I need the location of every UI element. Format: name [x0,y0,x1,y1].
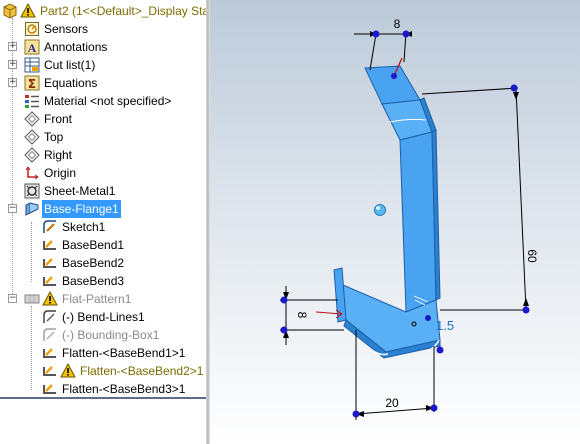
tree-item-label: Flatten-<BaseBend3>1 [62,382,186,396]
dimension-handle-icon[interactable] [280,326,288,334]
tree-item-label: (-) Bend-Lines1 [62,310,145,324]
collapse-toggle-icon[interactable]: − [8,204,17,213]
bend-icon [43,384,56,394]
graphics-area[interactable]: 8 60 8 20 1.5 [210,0,580,444]
material-icon [25,95,39,108]
tree-item-label: BaseBend2 [62,256,125,270]
dimension-handle-icon[interactable] [402,30,410,38]
dimension-handle-icon[interactable] [522,306,530,314]
tree-item-label: Flatten-<BaseBend2>1 [80,364,204,378]
origin-icon [25,166,39,180]
bounding-box-sketch-icon [43,328,56,341]
dimension-handle-icon[interactable] [280,296,288,304]
plane-icon [24,111,40,127]
equations-icon: Σ [24,75,40,91]
svg-text:A: A [28,41,37,55]
expand-toggle-icon[interactable]: + [8,42,17,51]
bend-icon [43,240,56,250]
tree-item-label: Sketch1 [62,220,106,234]
dimension-text: 1.5 [436,318,454,333]
dimension-text: 8 [295,312,309,319]
bend-icon [43,258,56,268]
tree-bottom-divider [0,397,206,399]
dimension-left-height[interactable]: 8 [280,286,344,345]
tree-guide-line [31,306,32,390]
warning-icon [60,363,76,378]
dimension-handle-icon[interactable] [510,84,518,92]
tree-item-label: Flatten-<BaseBend1>1 [62,346,186,360]
bend-icon [43,348,56,358]
root-label: Part2 (1<<Default>_Display Sta [40,4,206,18]
tree-item-label: (-) Bounding-Box1 [62,328,160,342]
bend-icon [43,366,56,376]
center-sphere-icon [374,204,386,216]
svg-text:Σ: Σ [28,77,36,91]
tree-item-label: Right [44,148,73,162]
sheet-metal-icon [24,183,40,199]
cut-list-icon [24,57,40,73]
flat-pattern-icon [24,294,40,304]
model-viewport: 8 60 8 20 1.5 [280,17,539,420]
dimension-text: 20 [385,396,399,410]
tree-item-label: Top [44,130,64,144]
expand-toggle-icon[interactable]: + [8,60,17,69]
tree-item-label: Sheet-Metal1 [44,184,116,198]
tree-item-label: Base-Flange1 [42,200,121,218]
annotations-icon: A [24,39,40,55]
sketch-icon [43,220,56,233]
plane-icon [24,129,40,145]
dimension-handle-icon[interactable] [352,410,360,418]
dimension-handle-icon[interactable] [430,404,438,412]
part-icon [3,3,17,19]
base-flange-icon [25,202,39,216]
dimension-handle-icon[interactable] [372,30,380,38]
bend-icon [43,276,56,286]
tree-item-label: Flat-Pattern1 [62,292,132,306]
tree-item-label: Equations [44,76,98,90]
tree-item-label: Material <not specified> [44,94,172,108]
dimension-handle-icon[interactable] [436,346,444,354]
tree-item-label: Annotations [44,40,108,54]
sheet-metal-part[interactable] [333,65,441,359]
tree-guide-line [31,222,32,282]
feature-manager-tree: Part2 (1<<Default>_Display Sta Sensors +… [0,0,206,444]
bend-lines-sketch-icon [43,310,56,323]
tree-item-label: Cut list(1) [44,58,96,72]
tree-item-label: BaseBend1 [62,238,125,252]
tree-item-label: BaseBend3 [62,274,125,288]
tree-item-label: Front [44,112,73,126]
expand-toggle-icon[interactable]: + [8,78,17,87]
plane-icon [24,147,40,163]
dimension-text: 60 [525,249,539,263]
dimension-text: 8 [394,17,401,31]
sensor-icon [25,22,39,36]
warning-icon [20,3,36,18]
tree-item-label: Origin [44,166,77,180]
collapse-toggle-icon[interactable]: − [8,294,17,303]
warning-icon [42,291,58,306]
tree-item-label: Sensors [44,22,89,36]
